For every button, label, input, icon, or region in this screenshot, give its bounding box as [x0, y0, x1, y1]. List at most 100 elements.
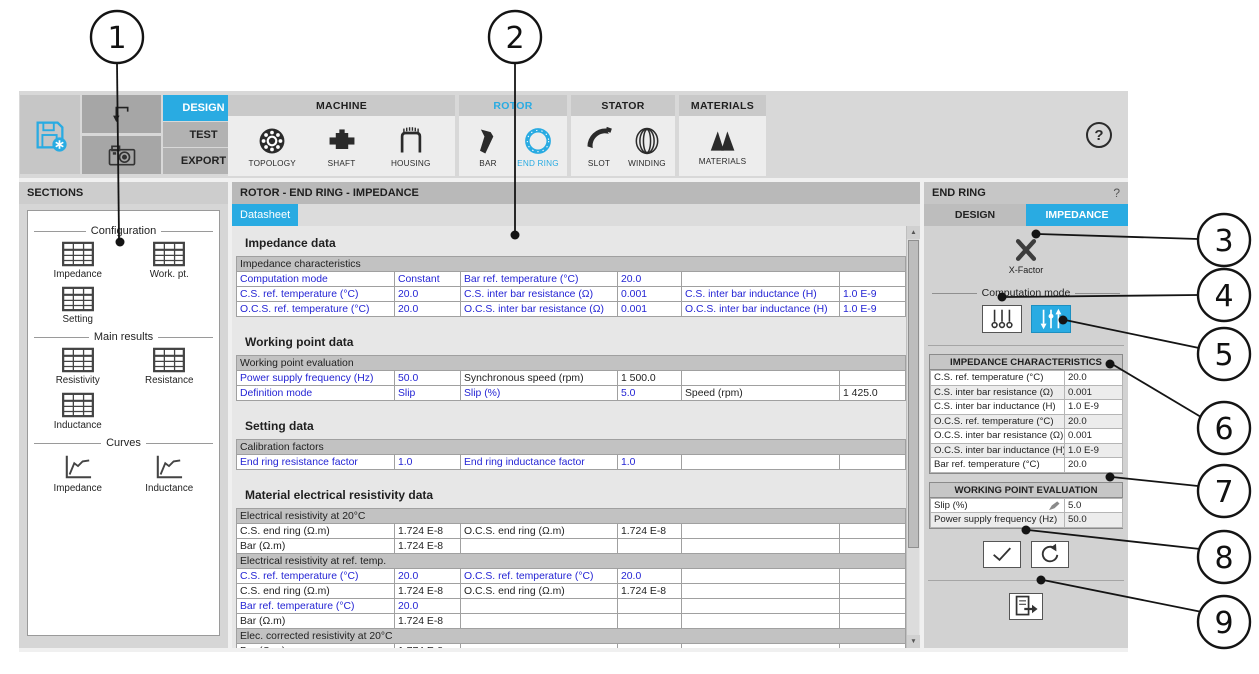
- table-cell[interactable]: 50.0: [395, 371, 461, 386]
- table-cell[interactable]: Bar ref. temperature (°C): [461, 272, 618, 287]
- apply-button[interactable]: [983, 541, 1021, 568]
- toolbar-item-winding[interactable]: WINDING: [623, 125, 671, 168]
- table-cell[interactable]: Power supply frequency (Hz): [237, 371, 395, 386]
- toolbar-item-topology[interactable]: TOPOLOGY: [243, 125, 301, 168]
- table-cell[interactable]: 20.0: [618, 569, 682, 584]
- toolbar-item-shaft[interactable]: SHAFT: [313, 125, 371, 168]
- property-value[interactable]: 20.0: [1065, 458, 1123, 473]
- toolbar-item-end-ring[interactable]: END RING: [513, 125, 563, 168]
- table-cell[interactable]: 20.0: [395, 302, 461, 317]
- table-cell: 1.724 E-8: [395, 614, 461, 629]
- property-value[interactable]: 20.0: [1065, 414, 1123, 429]
- table-cell: [618, 539, 682, 554]
- datasheet-table: Impedance characteristicsComputation mod…: [236, 256, 906, 317]
- table-cell[interactable]: O.C.S. ref. temperature (°C): [461, 569, 618, 584]
- return-arrow-icon: [109, 101, 135, 127]
- sidebar-item-inductance[interactable]: Inductance: [54, 392, 102, 431]
- table-cell[interactable]: 20.0: [395, 569, 461, 584]
- datasheet-section: Material electrical resistivity dataElec…: [236, 488, 905, 648]
- toolbar-item-housing[interactable]: HOUSING: [382, 125, 440, 168]
- toolbar-item-slot[interactable]: SLOT: [575, 125, 623, 168]
- screenshot-button[interactable]: [82, 136, 161, 174]
- export-report-button[interactable]: [1009, 593, 1043, 620]
- computation-mode-fixed-button[interactable]: [982, 305, 1022, 333]
- table-cell[interactable]: 20.0: [395, 287, 461, 302]
- table-cell[interactable]: C.S. ref. temperature (°C): [237, 569, 395, 584]
- toolbar-item-materials[interactable]: MATERIALS: [694, 127, 752, 166]
- sidebar-item-label: Inductance: [54, 420, 102, 431]
- panel-tab-design[interactable]: DESIGN: [924, 204, 1026, 226]
- help-icon[interactable]: ?: [1086, 122, 1112, 148]
- group-machine: MACHINE TOPOLOGY SHAFT HOUSING: [228, 95, 455, 176]
- section-title: Impedance data: [245, 236, 905, 250]
- panel-help-icon[interactable]: ?: [1113, 186, 1120, 200]
- save-button[interactable]: [20, 95, 80, 174]
- property-value[interactable]: 5.0: [1065, 498, 1123, 513]
- sidebar-item-work-pt[interactable]: Work. pt.: [150, 241, 189, 280]
- table-cell[interactable]: O.C.S. ref. temperature (°C): [237, 302, 395, 317]
- sidebar-item-resistance[interactable]: Resistance: [145, 347, 193, 386]
- table-cell[interactable]: 5.0: [618, 386, 682, 401]
- toolbar: DESIGN TEST EXPORT MACHINE TOPOLOGY SHAF…: [19, 91, 1128, 178]
- table-cell[interactable]: 1.0 E-9: [840, 302, 906, 317]
- group-materials-header: MATERIALS: [679, 95, 766, 116]
- table-cell[interactable]: Definition mode: [237, 386, 395, 401]
- table-row: C.S. end ring (Ω.m)1.724 E-8O.C.S. end r…: [237, 584, 906, 599]
- sidebar-item-label: Work. pt.: [150, 269, 189, 280]
- group-stator: STATOR SLOT WINDING: [571, 95, 675, 176]
- table-cell: [682, 584, 840, 599]
- scroll-down-icon[interactable]: ▼: [907, 635, 920, 648]
- table-cell[interactable]: 20.0: [395, 599, 461, 614]
- scrollbar-thumb[interactable]: [908, 240, 919, 548]
- property-value[interactable]: 50.0: [1065, 513, 1123, 528]
- table-cell[interactable]: Slip: [395, 386, 461, 401]
- section-title: Setting data: [245, 419, 905, 433]
- reset-icon: [1038, 542, 1062, 566]
- table-cell[interactable]: Bar ref. temperature (°C): [237, 599, 395, 614]
- table-cell[interactable]: 1.0: [395, 455, 461, 470]
- table-cell[interactable]: C.S. inter bar inductance (H): [682, 287, 840, 302]
- table-cell[interactable]: 0.001: [618, 287, 682, 302]
- table-cell[interactable]: O.C.S. inter bar inductance (H): [682, 302, 840, 317]
- table-cell[interactable]: End ring inductance factor: [461, 455, 618, 470]
- property-row: C.S. inter bar resistance (Ω)0.001: [931, 385, 1123, 400]
- property-value[interactable]: 20.0: [1065, 371, 1123, 386]
- table-cell[interactable]: Slip (%): [461, 386, 618, 401]
- toolbar-item-label: SLOT: [588, 159, 610, 168]
- table-cell[interactable]: 0.001: [618, 302, 682, 317]
- table-cell[interactable]: 20.0: [618, 272, 682, 287]
- x-factor-button[interactable]: X-Factor: [924, 236, 1128, 275]
- property-value[interactable]: 1.0 E-9: [1065, 400, 1123, 415]
- sidebar-item-inductance-curve[interactable]: Inductance: [145, 453, 193, 494]
- table-cell[interactable]: C.S. inter bar resistance (Ω): [461, 287, 618, 302]
- sidebar-item-impedance[interactable]: Impedance: [54, 241, 102, 280]
- winding-icon: [631, 125, 663, 157]
- computation-mode-adjust-button[interactable]: [1031, 305, 1071, 333]
- property-value[interactable]: 0.001: [1065, 385, 1123, 400]
- table-cell[interactable]: Constant: [395, 272, 461, 287]
- table-cell: [682, 272, 840, 287]
- tab-datasheet[interactable]: Datasheet: [232, 204, 298, 226]
- import-button[interactable]: [82, 95, 161, 133]
- table-cell[interactable]: End ring resistance factor: [237, 455, 395, 470]
- toolbar-item-bar[interactable]: BAR: [463, 125, 513, 168]
- table-cell[interactable]: O.C.S. inter bar resistance (Ω): [461, 302, 618, 317]
- table-cell[interactable]: 1.0: [618, 455, 682, 470]
- scrollbar[interactable]: ▲ ▼: [906, 226, 919, 648]
- callout-5: 5: [1214, 338, 1233, 373]
- scroll-up-icon[interactable]: ▲: [907, 226, 920, 239]
- datasheet-content: Impedance data Impedance characteristicsC…: [232, 226, 920, 648]
- sidebar-item-impedance-curve[interactable]: Impedance: [54, 453, 102, 494]
- table-cell: Bar (Ω.m): [237, 614, 395, 629]
- table-cell[interactable]: 1.0 E-9: [840, 287, 906, 302]
- curve-icon: [61, 453, 95, 481]
- table-row: Working point evaluation: [237, 356, 906, 371]
- reset-button[interactable]: [1031, 541, 1069, 568]
- panel-tab-impedance[interactable]: IMPEDANCE: [1026, 204, 1128, 226]
- property-value[interactable]: 1.0 E-9: [1065, 443, 1123, 458]
- sidebar-item-setting[interactable]: Setting: [61, 286, 95, 325]
- table-cell[interactable]: Computation mode: [237, 272, 395, 287]
- table-cell[interactable]: C.S. ref. temperature (°C): [237, 287, 395, 302]
- sidebar-item-resistivity[interactable]: Resistivity: [56, 347, 100, 386]
- property-value[interactable]: 0.001: [1065, 429, 1123, 444]
